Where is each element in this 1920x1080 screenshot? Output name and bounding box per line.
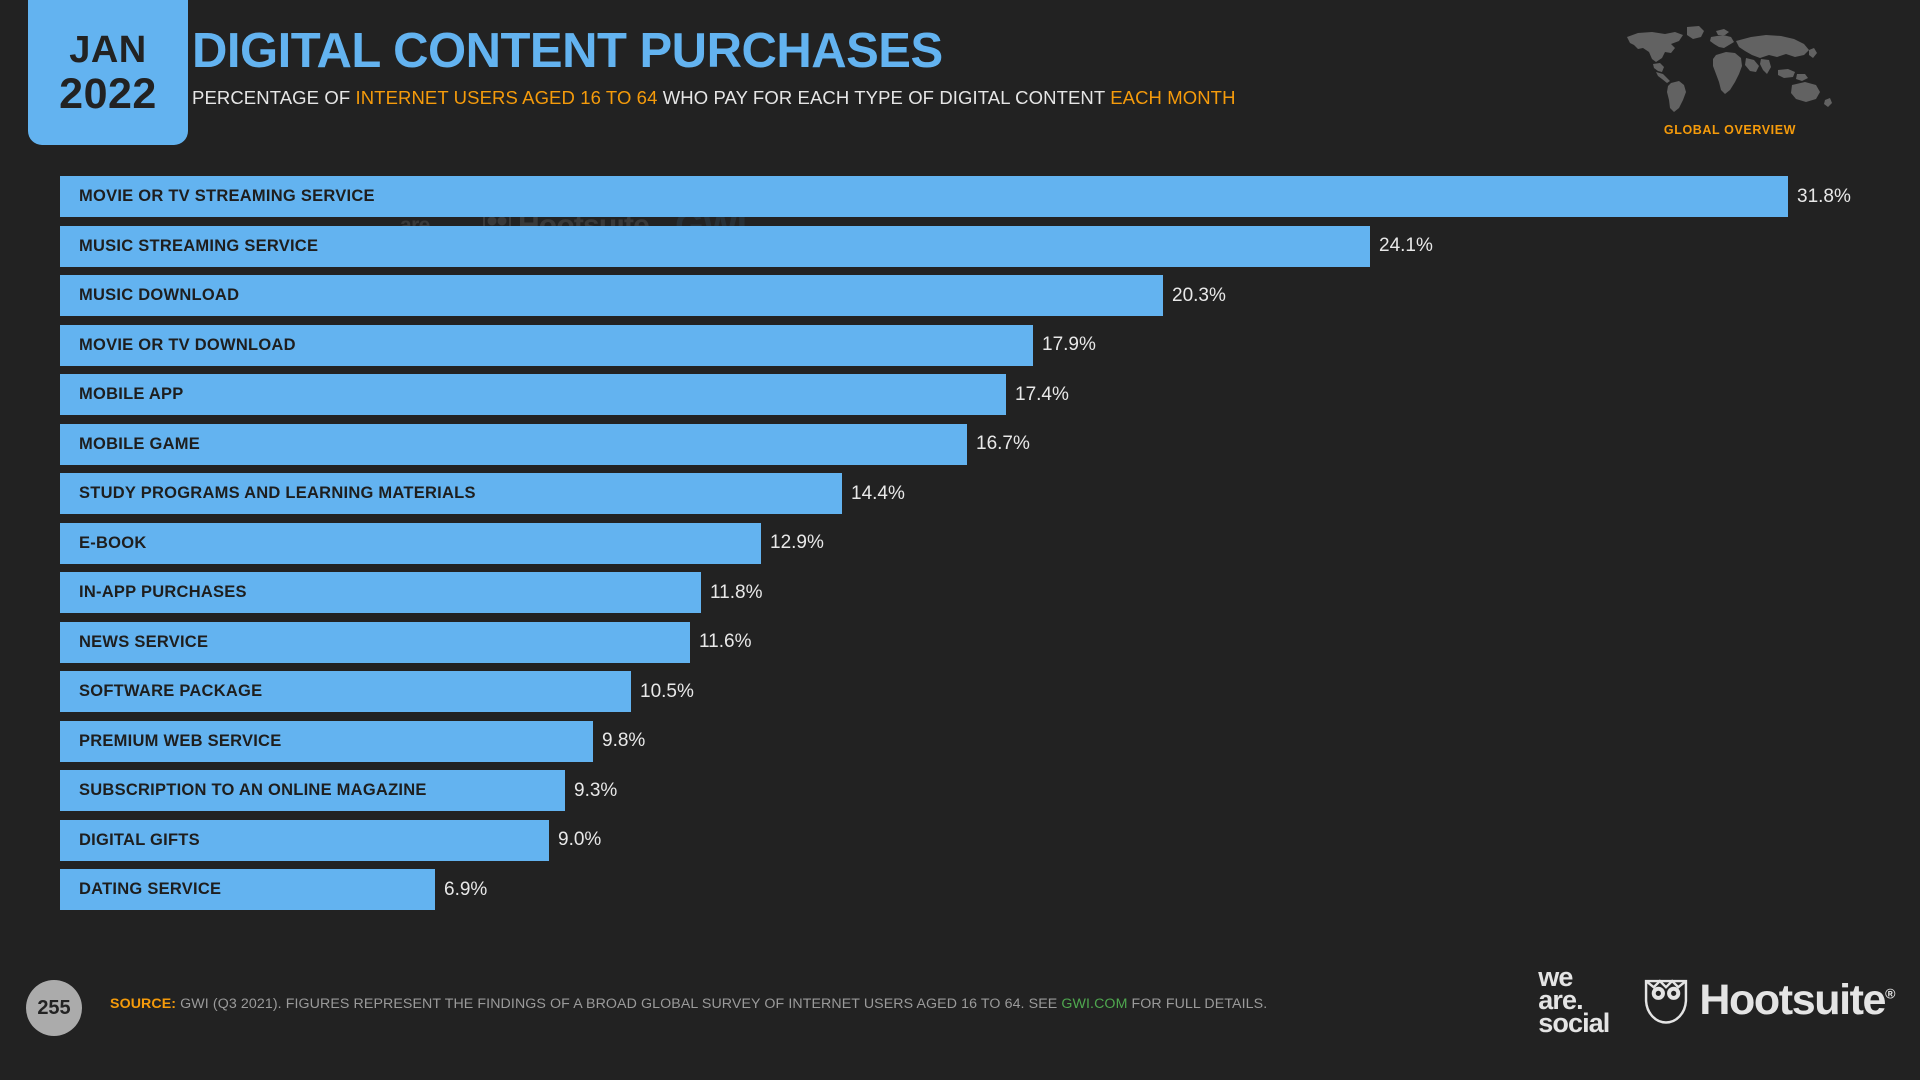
owl-logo-icon xyxy=(1645,979,1688,1024)
subtitle-part-0: PERCENTAGE OF xyxy=(192,87,356,109)
bar-value: 9.0% xyxy=(558,829,602,850)
bar: NEWS SERVICE xyxy=(60,621,690,663)
global-overview-label: GLOBAL OVERVIEW xyxy=(1663,123,1797,137)
bar-label: MOVIE OR TV DOWNLOAD xyxy=(79,335,296,354)
registered-mark: ® xyxy=(1885,986,1895,1002)
hootsuite-logo-text: Hootsuite® xyxy=(1699,976,1895,1025)
bar-row: MOVIE OR TV DOWNLOAD 17.9% xyxy=(0,324,1920,366)
bar-row: SUBSCRIPTION TO AN ONLINE MAGAZINE 9.3% xyxy=(0,770,1920,811)
bar-value: 31.8% xyxy=(1797,185,1851,207)
bar-label: MUSIC DOWNLOAD xyxy=(79,286,240,304)
bar-value: 10.5% xyxy=(640,680,694,702)
page-title: DIGITAL CONTENT PURCHASES xyxy=(192,24,943,78)
bar-label: MOBILE GAME xyxy=(79,434,200,453)
bar-row: MUSIC STREAMING SERVICE 24.1% xyxy=(0,225,1920,267)
bar: MOVIE OR TV STREAMING SERVICE xyxy=(60,176,1788,217)
bar-label: PREMIUM WEB SERVICE xyxy=(79,731,282,750)
bar-row: SOFTWARE PACKAGE 10.5% xyxy=(0,671,1920,712)
bar-label: SUBSCRIPTION TO AN ONLINE MAGAZINE xyxy=(79,781,427,799)
bar-label: E-BOOK xyxy=(79,533,147,552)
bar-label: MUSIC STREAMING SERVICE xyxy=(79,236,319,255)
bar-chart: MOVIE OR TV STREAMING SERVICE 31.8% MUSIC … xyxy=(0,176,1920,946)
source-text-before: GWI (Q3 2021). FIGURES REPRESENT THE FIN… xyxy=(176,996,1062,1012)
bar: PREMIUM WEB SERVICE xyxy=(60,720,593,762)
bar-label: IN-APP PURCHASES xyxy=(79,583,247,601)
header: JAN 2022 DIGITAL CONTENT PURCHASES PERCE… xyxy=(0,0,1920,170)
bar-label: MOVIE OR TV STREAMING SERVICE xyxy=(79,187,375,205)
bar: MUSIC DOWNLOAD xyxy=(60,275,1163,316)
bar: DIGITAL GIFTS xyxy=(60,819,549,861)
bar-row: DATING SERVICE 6.9% xyxy=(0,869,1920,910)
footer: 255 SOURCE: GWI (Q3 2021). FIGURES REPRE… xyxy=(0,944,1920,1080)
world-map-icon xyxy=(1626,26,1832,112)
bar-row: MOBILE GAME 16.7% xyxy=(0,423,1920,465)
footer-logos: we are. social Hootsuite® xyxy=(1538,962,1895,1039)
bar-row: IN-APP PURCHASES 11.8% xyxy=(0,572,1920,613)
bar-value: 11.6% xyxy=(699,631,752,652)
bar: MOVIE OR TV DOWNLOAD xyxy=(60,324,1033,366)
bar: MUSIC STREAMING SERVICE xyxy=(60,225,1370,267)
bar-value: 11.8% xyxy=(710,581,763,603)
bar-value: 17.9% xyxy=(1042,334,1096,355)
page-number-badge: 255 xyxy=(26,980,82,1036)
title-block: DIGITAL CONTENT PURCHASES PERCENTAGE OF … xyxy=(192,24,1236,109)
bar-value: 9.3% xyxy=(574,779,618,801)
bar: MOBILE APP xyxy=(60,374,1006,415)
hootsuite-logo-word: Hootsuite xyxy=(1699,976,1886,1025)
subtitle-part-1: INTERNET USERS AGED 16 TO 64 xyxy=(355,87,658,109)
bar-value: 16.7% xyxy=(976,433,1030,454)
bar: STUDY PROGRAMS AND LEARNING MATERIALS xyxy=(60,473,842,514)
bar-value: 20.3% xyxy=(1172,284,1226,306)
bar-label: MOBILE APP xyxy=(79,385,184,403)
hootsuite-logo: Hootsuite® xyxy=(1643,976,1895,1026)
bar-row: NEWS SERVICE 11.6% xyxy=(0,621,1920,663)
bar-value: 12.9% xyxy=(770,532,824,553)
bar: IN-APP PURCHASES xyxy=(60,572,701,613)
bar-row: DIGITAL GIFTS 9.0% xyxy=(0,819,1920,861)
bar-row: E-BOOK 12.9% xyxy=(0,522,1920,564)
source-link[interactable]: GWI.COM xyxy=(1061,996,1127,1012)
date-badge: JAN 2022 xyxy=(28,0,188,145)
bar-label: DATING SERVICE xyxy=(79,880,222,898)
subtitle-part-3: EACH MONTH xyxy=(1110,87,1236,109)
global-overview-block: GLOBAL OVERVIEW xyxy=(1600,22,1860,137)
subtitle-part-2: WHO PAY FOR EACH TYPE OF DIGITAL CONTENT xyxy=(657,87,1111,109)
bar: DATING SERVICE xyxy=(60,869,435,910)
bar-value: 24.1% xyxy=(1379,235,1433,256)
slide-root: JAN 2022 DIGITAL CONTENT PURCHASES PERCE… xyxy=(0,0,1920,1080)
bar-label: DIGITAL GIFTS xyxy=(79,830,200,849)
bar-value: 14.4% xyxy=(851,482,905,504)
bar-value: 17.4% xyxy=(1015,383,1069,405)
bar-row: PREMIUM WEB SERVICE 9.8% xyxy=(0,720,1920,762)
bar-label: SOFTWARE PACKAGE xyxy=(79,682,263,700)
bar-label: NEWS SERVICE xyxy=(79,632,209,651)
bar-label: STUDY PROGRAMS AND LEARNING MATERIALS xyxy=(79,484,476,502)
bar: SOFTWARE PACKAGE xyxy=(60,671,631,712)
bar: SUBSCRIPTION TO AN ONLINE MAGAZINE xyxy=(60,770,565,811)
bar-row: MUSIC DOWNLOAD 20.3% xyxy=(0,275,1920,316)
bar-row: MOBILE APP 17.4% xyxy=(0,374,1920,415)
we-are-social-logo: we are. social xyxy=(1538,962,1610,1039)
bar-row: STUDY PROGRAMS AND LEARNING MATERIALS 14.… xyxy=(0,473,1920,514)
bar-value: 6.9% xyxy=(444,878,488,900)
bar: E-BOOK xyxy=(60,522,761,564)
page-subtitle: PERCENTAGE OF INTERNET USERS AGED 16 TO … xyxy=(192,87,1236,109)
bar-value: 9.8% xyxy=(602,730,646,751)
bar-row: MOVIE OR TV STREAMING SERVICE 31.8% xyxy=(0,176,1920,217)
date-badge-year: 2022 xyxy=(59,70,157,118)
bar: MOBILE GAME xyxy=(60,423,967,465)
source-label: SOURCE: xyxy=(110,996,177,1012)
source-note: SOURCE: GWI (Q3 2021). FIGURES REPRESENT… xyxy=(110,996,1267,1012)
source-text-after: FOR FULL DETAILS. xyxy=(1127,996,1268,1012)
date-badge-month: JAN xyxy=(69,29,147,71)
